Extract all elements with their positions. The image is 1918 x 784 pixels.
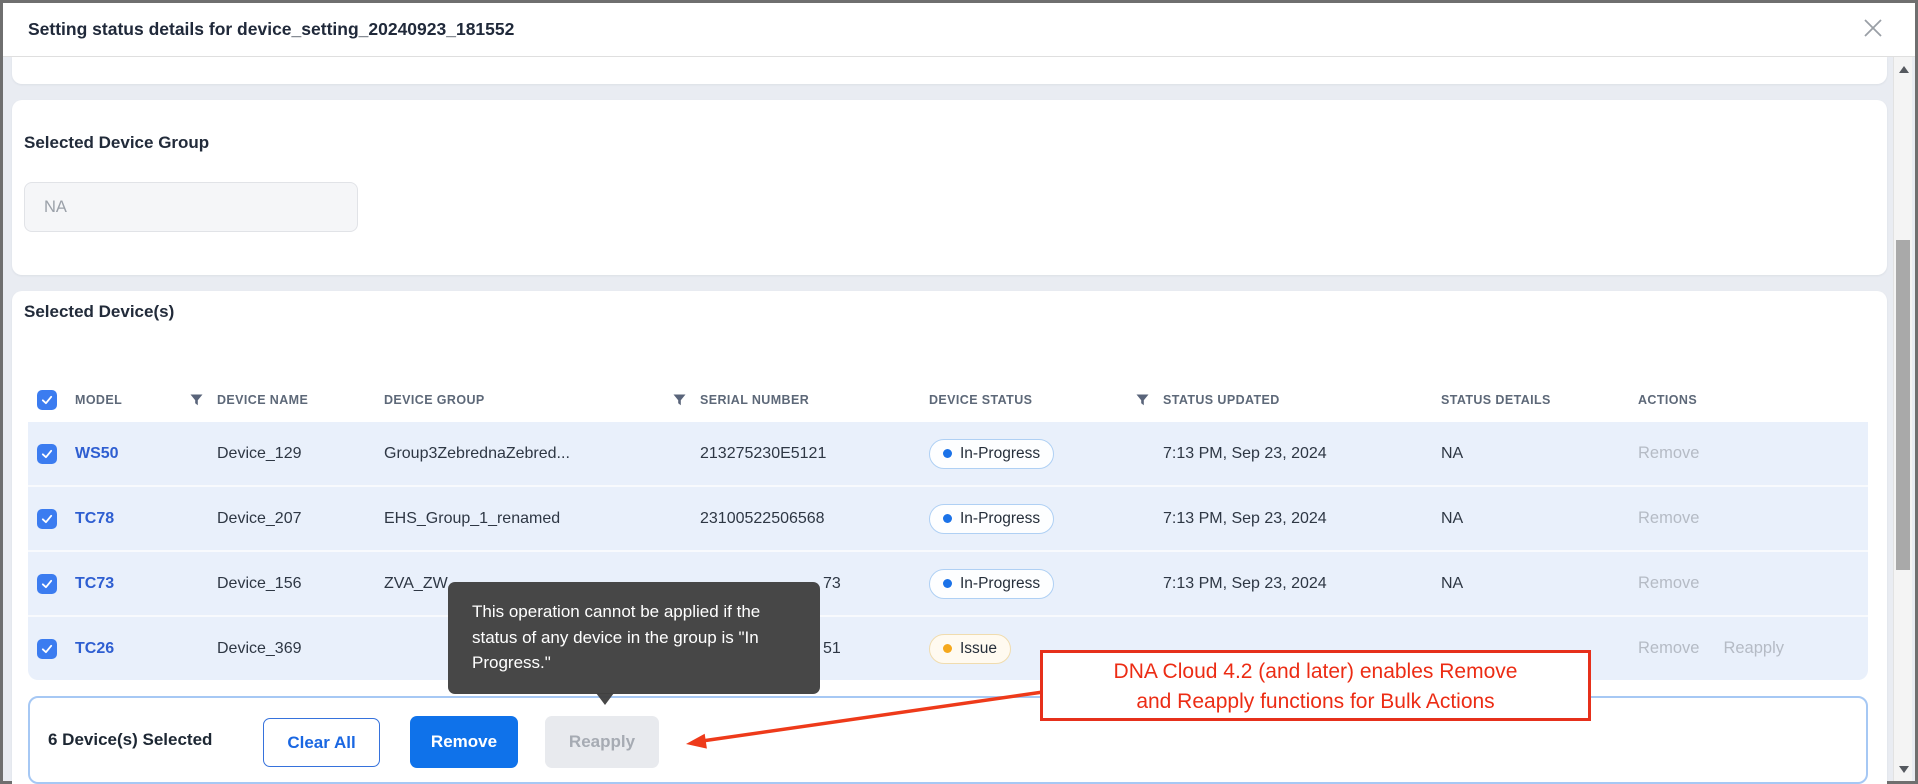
model-link[interactable]: WS50 <box>75 445 217 463</box>
status-badge: Issue <box>929 633 1012 664</box>
close-button[interactable] <box>1858 13 1888 43</box>
status-updated: 7:13 PM, Sep 23, 2024 <box>1163 509 1327 527</box>
remove-action[interactable]: Remove <box>1638 574 1699 593</box>
row-checkbox[interactable] <box>37 638 57 659</box>
col-status-updated: STATUS UPDATED <box>1163 393 1280 407</box>
remove-action[interactable]: Remove <box>1638 509 1699 528</box>
col-device-name: DEVICE NAME <box>217 393 309 407</box>
devices-heading: Selected Device(s) <box>24 302 175 321</box>
device-name: Device_369 <box>217 639 302 657</box>
annotation-line2: and Reapply functions for Bulk Actions <box>1136 690 1495 713</box>
filter-icon[interactable] <box>1136 394 1149 406</box>
scrollbar-thumb[interactable] <box>1896 240 1910 570</box>
model-link[interactable]: TC26 <box>75 640 217 658</box>
reapply-disabled-tooltip: This operation cannot be applied if the … <box>448 582 820 705</box>
device-group: Group3ZebrednaZebred... <box>384 444 570 462</box>
modal-title: Setting status details for device_settin… <box>28 19 515 39</box>
vertical-scrollbar[interactable] <box>1893 57 1912 781</box>
tooltip-caret-icon <box>596 693 614 705</box>
col-serial-number: SERIAL NUMBER <box>700 393 810 407</box>
status-dot-icon <box>943 644 952 653</box>
status-dot-icon <box>943 449 952 458</box>
annotation-callout: DNA Cloud 4.2 (and later) enables Remove… <box>1040 650 1591 721</box>
modal-header: Setting status details for device_settin… <box>3 3 1915 57</box>
select-all-checkbox[interactable] <box>37 390 57 410</box>
reapply-button[interactable]: Reapply <box>545 716 659 768</box>
scroll-up-button[interactable] <box>1894 59 1913 79</box>
status-details: NA <box>1441 509 1464 527</box>
table-row: TC26 Device_369 51 Issue Remove Reapply <box>28 617 1868 680</box>
device-name: Device_129 <box>217 444 302 462</box>
check-icon <box>41 395 53 405</box>
status-badge: In-Progress <box>929 503 1055 534</box>
annotation-line1: DNA Cloud 4.2 (and later) enables Remove <box>1113 660 1518 683</box>
col-device-group: DEVICE GROUP <box>384 393 485 407</box>
col-device-status: DEVICE STATUS <box>929 393 1033 407</box>
reapply-action[interactable]: Reapply <box>1723 639 1784 658</box>
device-group-field[interactable]: NA <box>24 182 358 232</box>
status-badge: In-Progress <box>929 438 1055 469</box>
remove-action[interactable]: Remove <box>1638 444 1699 463</box>
row-checkbox[interactable] <box>37 443 57 464</box>
model-link[interactable]: TC73 <box>75 575 217 593</box>
bulk-actions-bar: 6 Device(s) Selected Clear All Remove Re… <box>28 696 1868 784</box>
col-status-details: STATUS DETAILS <box>1441 393 1551 407</box>
table-row: TC73 Device_156 ZVA_ZW 73 In-Progress 7:… <box>28 552 1868 617</box>
serial-number: 213275230E5121 <box>700 444 827 462</box>
remove-button[interactable]: Remove <box>410 716 518 768</box>
close-icon <box>1864 19 1882 37</box>
serial-number: 23100522506568 <box>700 509 825 527</box>
table-row: TC78 Device_207 EHS_Group_1_renamed 2310… <box>28 487 1868 552</box>
status-updated: 7:13 PM, Sep 23, 2024 <box>1163 574 1327 592</box>
selected-device-group-card: Selected Device Group NA <box>12 100 1887 275</box>
row-checkbox[interactable] <box>37 508 57 529</box>
check-icon <box>41 514 53 523</box>
table-header-row: MODEL DEVICE NAME DEVICE GROUP SERIAL NU… <box>28 378 1868 422</box>
col-actions: ACTIONS <box>1638 393 1698 407</box>
col-model: MODEL <box>75 393 123 407</box>
scroll-down-button[interactable] <box>1894 759 1913 779</box>
previous-card-edge <box>12 57 1887 84</box>
filter-icon[interactable] <box>673 394 686 406</box>
device-group: EHS_Group_1_renamed <box>384 509 561 527</box>
tooltip-text: This operation cannot be applied if the … <box>472 602 761 672</box>
device-group-heading: Selected Device Group <box>24 133 210 152</box>
status-details: NA <box>1441 444 1464 462</box>
check-icon <box>41 449 53 458</box>
filter-icon[interactable] <box>190 394 203 406</box>
status-dot-icon <box>943 579 952 588</box>
triangle-down-icon <box>1898 765 1909 773</box>
device-name: Device_156 <box>217 574 302 592</box>
triangle-up-icon <box>1898 65 1909 73</box>
status-updated: 7:13 PM, Sep 23, 2024 <box>1163 444 1327 462</box>
model-link[interactable]: TC78 <box>75 510 217 528</box>
status-badge: In-Progress <box>929 568 1055 599</box>
devices-table: MODEL DEVICE NAME DEVICE GROUP SERIAL NU… <box>28 378 1868 680</box>
setting-status-modal: Setting status details for device_settin… <box>0 0 1918 784</box>
remove-action[interactable]: Remove <box>1638 639 1699 658</box>
clear-all-button[interactable]: Clear All <box>263 718 380 767</box>
check-icon <box>41 644 53 653</box>
table-row: WS50 Device_129 Group3ZebrednaZebred... … <box>28 422 1868 487</box>
status-details: NA <box>1441 574 1464 592</box>
device-name: Device_207 <box>217 509 302 527</box>
row-checkbox[interactable] <box>37 573 57 594</box>
selected-count: 6 Device(s) Selected <box>48 730 213 749</box>
status-dot-icon <box>943 514 952 523</box>
check-icon <box>41 579 53 588</box>
